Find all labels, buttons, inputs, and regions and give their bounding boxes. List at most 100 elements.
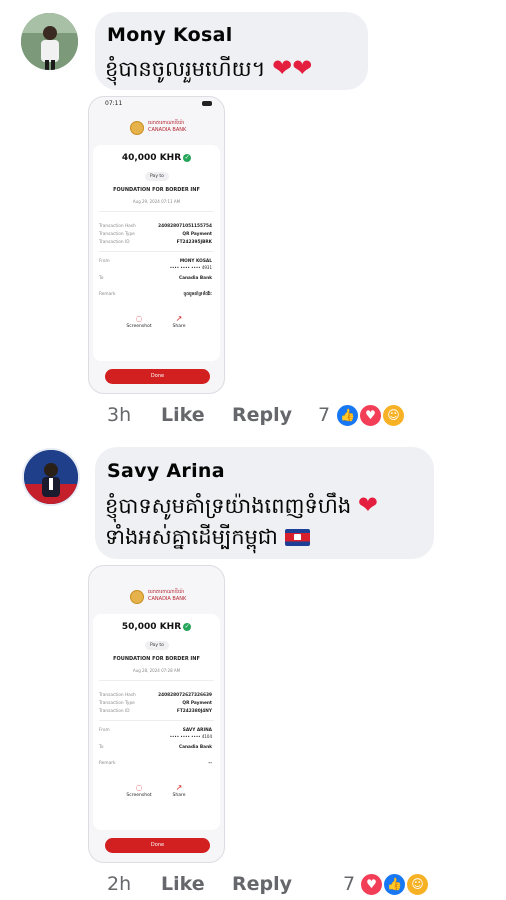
attached-receipt-image[interactable]: ធនាគារកាណាឌីយ៉ា CANADIA BANK 50,000 KHR ✓…: [88, 565, 225, 863]
account-number: •••• •••• •••• 4104: [169, 734, 212, 739]
reply-button-wrap: Reply: [232, 404, 292, 426]
amount-value: 40,000 KHR: [121, 153, 182, 163]
bank-name: ធនាគារកាណាឌីយ៉ា CANADIA BANK: [148, 589, 186, 603]
attached-receipt-image[interactable]: 07:11 ធនាគារកាណាឌីយ៉ា CANADIA BANK 40,00…: [88, 96, 225, 394]
bank-logo-icon: [130, 121, 144, 135]
bank-name-en: CANADIA BANK: [148, 127, 187, 133]
divider: [99, 211, 214, 212]
row-label: Transaction ID: [99, 240, 130, 245]
share-label: Share: [172, 324, 186, 329]
row-label: Transaction Hash: [99, 693, 136, 698]
cambodia-flag-icon: [284, 529, 310, 546]
row-value: QR Payment: [182, 701, 212, 706]
row-transaction-id: Transaction ID FT242395JBRK: [99, 240, 212, 246]
reaction-count[interactable]: 7: [318, 404, 330, 426]
comment-text-body: ខ្ញុំបានចូលរួមហើយ។: [105, 57, 266, 81]
done-button: Done: [105, 838, 210, 853]
status-bar: 07:11: [97, 100, 216, 110]
row-value: FT242380J4NY: [176, 709, 212, 714]
receipt-actions: ◌ Screenshot ↗ Share: [93, 782, 220, 812]
divider: [99, 720, 214, 721]
row-label: Remark: [99, 761, 116, 766]
like-reaction-icon[interactable]: 👍: [382, 872, 407, 897]
screenshot-label: Screenshot: [126, 793, 152, 798]
row-remark: Remark ចូលរួមគាំទ្រទ័ពវីរៈ: [99, 292, 212, 298]
merchant-name: FOUNDATION FOR BORDER INF: [113, 187, 200, 193]
like-button[interactable]: Like: [161, 404, 205, 426]
done-button: Done: [105, 369, 210, 384]
check-circle-icon: ✓: [183, 623, 192, 631]
row-to: To Canadia Bank: [99, 745, 212, 751]
comment-text: ខ្ញុំបានចូលរួមហើយ។ ❤❤: [105, 52, 312, 85]
reply-button-wrap: Reply: [232, 873, 292, 895]
reaction-count[interactable]: 7: [343, 873, 355, 895]
receipt-card: 50,000 KHR ✓ Pay to FOUNDATION FOR BORDER…: [93, 614, 220, 830]
row-from: From SAVY ARINA •••• •••• •••• 4104: [99, 728, 212, 739]
battery-icon: [202, 101, 212, 106]
comment-text-body: ខ្ញុំបាទសូមគាំទ្រយ៉ាងពេញទំហឹង: [105, 494, 352, 518]
love-reaction-icon[interactable]: ♥: [358, 403, 383, 428]
care-reaction-icon[interactable]: ☺: [405, 872, 430, 897]
avatar-mony-kosal[interactable]: [21, 13, 78, 70]
comment-text-line-1: ខ្ញុំបាទសូមគាំទ្រយ៉ាងពេញទំហឹង ❤: [105, 489, 378, 522]
screenshot-action: ◌ Screenshot: [119, 313, 159, 329]
row-value: MONY KOSAL: [179, 259, 212, 264]
share-action: ↗ Share: [159, 782, 199, 798]
row-value: FT242395JBRK: [176, 240, 212, 245]
comment-text-line-2: ទាំងអស់គ្នាដើម្បីកម្ពុជា: [105, 521, 310, 553]
row-value: Canadia Bank: [178, 276, 212, 281]
comment-author[interactable]: Mony Kosal: [107, 24, 233, 46]
comment-time[interactable]: 3h: [107, 404, 131, 426]
like-reaction-icon[interactable]: 👍: [335, 403, 360, 428]
screenshot-icon: ◌: [135, 783, 143, 792]
heart-emoji: ❤: [357, 491, 378, 519]
bank-logo: ធនាគារកាណាឌីយ៉ា CANADIA BANK: [89, 117, 224, 143]
row-transaction-hash: Transaction Hash 240828072627326639: [99, 693, 212, 699]
row-value: 240828072627326639: [158, 693, 212, 698]
screenshot-action: ◌ Screenshot: [119, 782, 159, 798]
bank-name-kh: ធនាគារកាណាឌីយ៉ា: [148, 120, 185, 126]
row-transaction-hash: Transaction Hash 240828071051155754: [99, 224, 212, 230]
bank-name-en: CANADIA BANK: [148, 596, 187, 602]
comment-meta: 2h: [107, 873, 131, 895]
comment-bubble: Savy Arina ខ្ញុំបាទសូមគាំទ្រយ៉ាងពេញទំហឹង…: [95, 447, 434, 559]
bank-logo: ធនាគារកាណាឌីយ៉ា CANADIA BANK: [89, 586, 224, 612]
divider: [99, 680, 214, 681]
comment-author[interactable]: Savy Arina: [107, 460, 225, 482]
row-label: Transaction Type: [99, 701, 135, 706]
avatar-photo-icon: [24, 450, 78, 504]
row-from: From MONY KOSAL •••• •••• •••• 4931: [99, 259, 212, 270]
pay-to-label: Pay to: [145, 172, 169, 181]
row-label: To: [99, 745, 104, 750]
avatar-savy-arina[interactable]: [22, 448, 80, 506]
reply-button[interactable]: Reply: [232, 873, 292, 895]
pay-to-label: Pay to: [145, 641, 169, 650]
row-value: QR Payment: [182, 232, 212, 237]
row-label: Transaction Hash: [99, 224, 136, 229]
row-label: Transaction Type: [99, 232, 135, 237]
status-time: 07:11: [105, 100, 123, 107]
row-label: Remark: [99, 292, 116, 297]
row-to: To Canadia Bank: [99, 276, 212, 282]
row-label: Transaction ID: [99, 709, 130, 714]
row-value: 240828071051155754: [158, 224, 212, 229]
amount: 40,000 KHR ✓: [93, 153, 220, 163]
care-reaction-icon[interactable]: ☺: [381, 403, 406, 428]
share-action: ↗ Share: [159, 313, 199, 329]
comment-time[interactable]: 2h: [107, 873, 131, 895]
screenshot-icon: ◌: [135, 314, 143, 323]
screenshot-label: Screenshot: [126, 324, 152, 329]
reply-button[interactable]: Reply: [232, 404, 292, 426]
row-transaction-type: Transaction Type QR Payment: [99, 701, 212, 707]
transaction-date: Aug 29, 2024 07:11 AM: [132, 199, 181, 204]
amount-value: 50,000 KHR: [121, 622, 182, 632]
love-reaction-icon[interactable]: ♥: [359, 872, 384, 897]
like-button[interactable]: Like: [161, 873, 205, 895]
comment-text-body-2: ទាំងអស់គ្នាដើម្បីកម្ពុជា: [105, 525, 278, 549]
row-value: --: [208, 761, 212, 766]
share-icon: ↗: [175, 783, 183, 792]
bank-name: ធនាគារកាណាឌីយ៉ា CANADIA BANK: [148, 120, 186, 134]
row-label: From: [99, 728, 110, 733]
like-button-wrap: Like: [161, 873, 205, 895]
row-value: ចូលរួមគាំទ្រទ័ពវីរៈ: [183, 292, 212, 297]
